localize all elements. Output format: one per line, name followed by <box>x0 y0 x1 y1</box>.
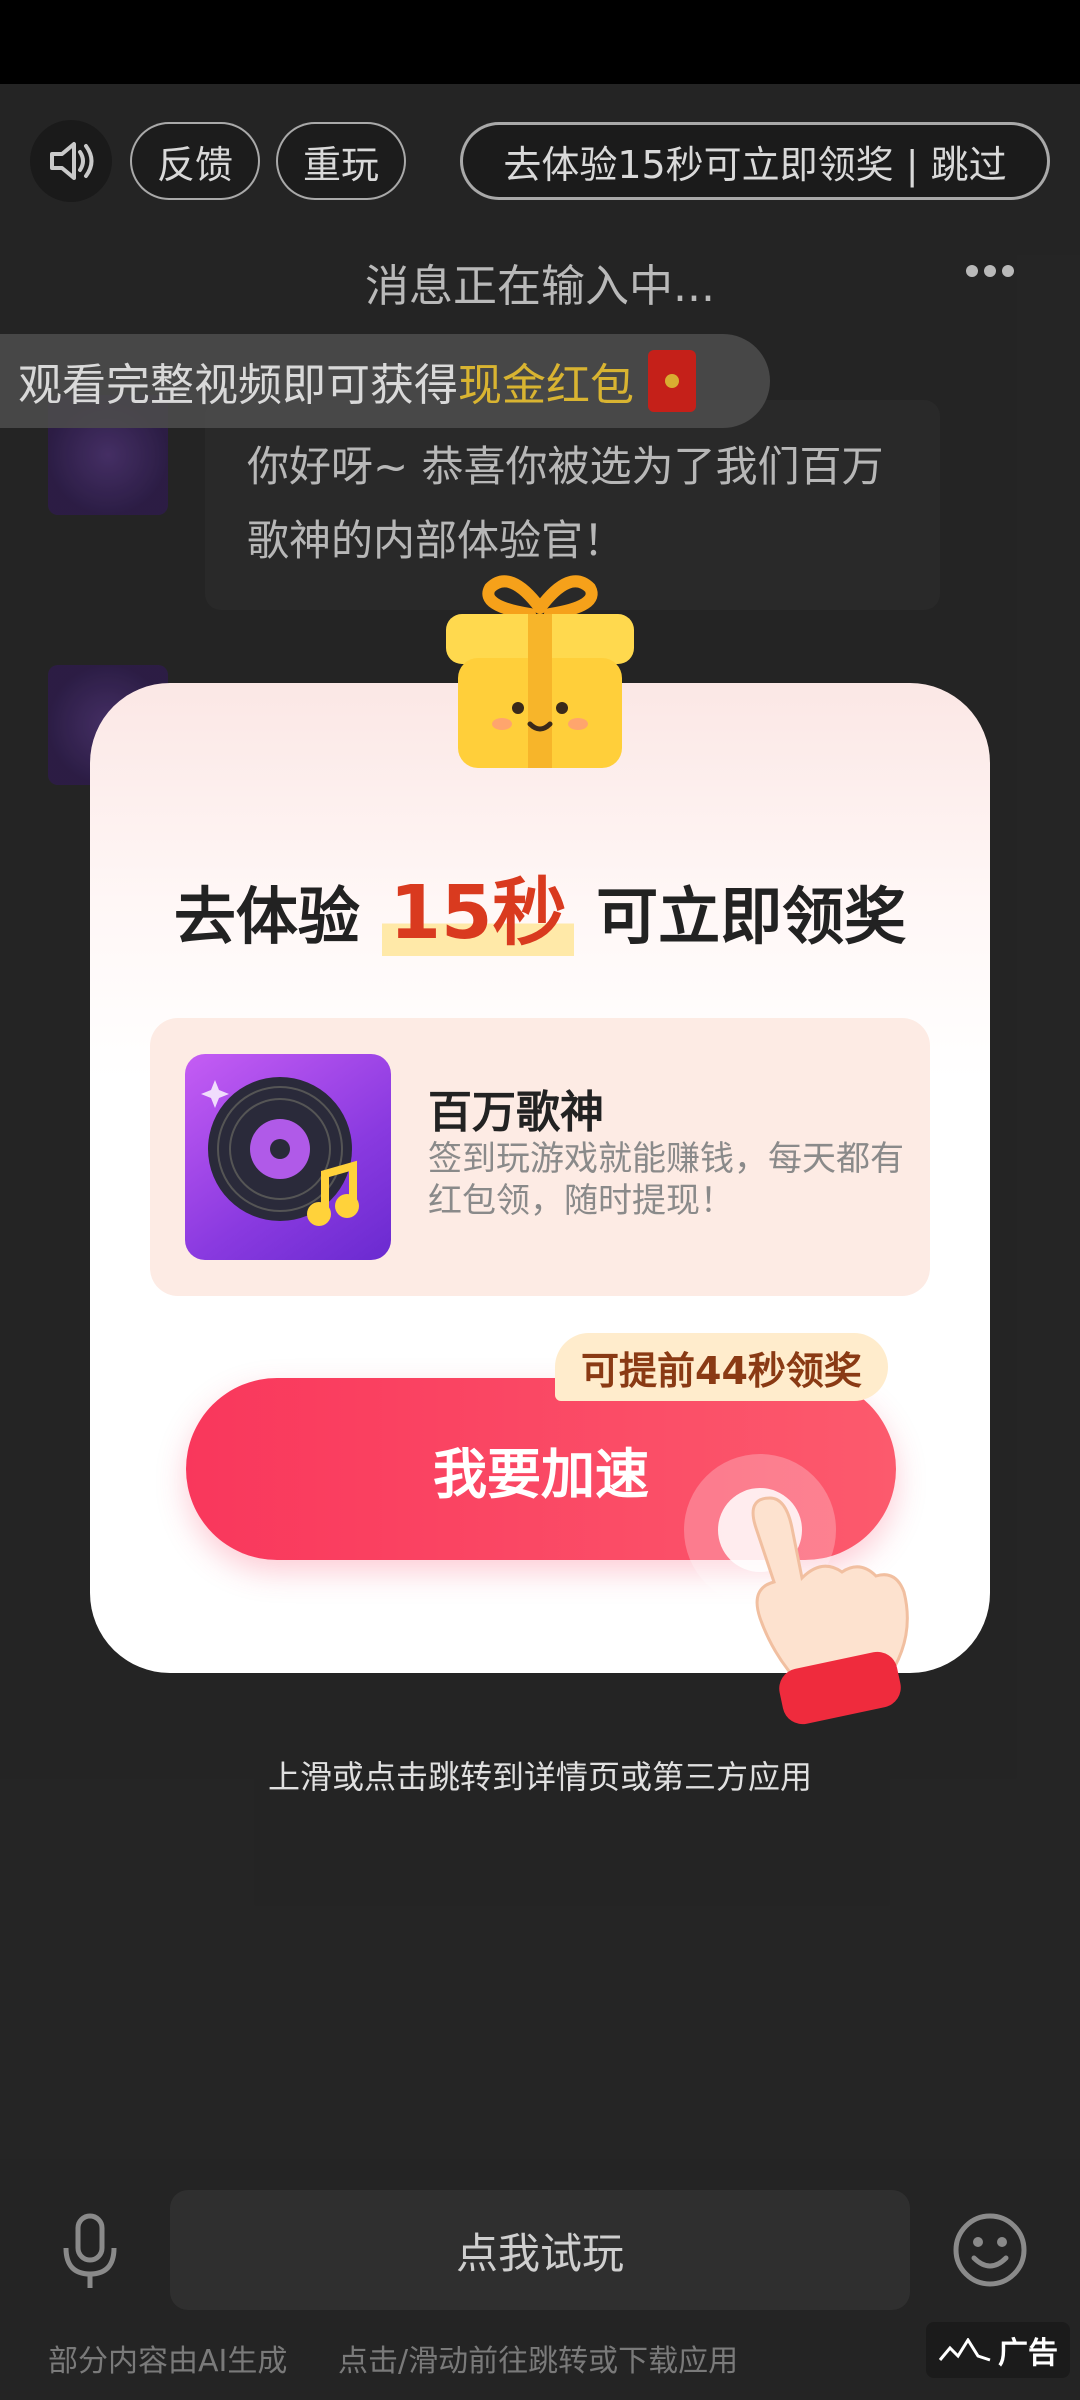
footer: 部分内容由AI生成 点击/滑动前往跳转或下载应用 <box>0 2330 1080 2380</box>
chat-title: 消息正在输入中... <box>365 261 715 312</box>
reward-toast: 观看完整视频即可获得现金红包 <box>0 334 770 428</box>
app-name: 百万歌神 <box>428 1087 604 1138</box>
title-number: 15秒 <box>381 870 575 956</box>
top-toolbar: 反馈 重玩 去体验15秒可立即领奖 | 跳过 <box>0 110 1080 210</box>
jump-note: 点击/滑动前往跳转或下载应用 <box>338 2344 739 2379</box>
feedback-button[interactable]: 反馈 <box>130 122 260 200</box>
toast-highlight: 现金红包 <box>458 360 634 411</box>
skip-button[interactable]: 去体验15秒可立即领奖 | 跳过 <box>460 122 1050 200</box>
sound-button[interactable] <box>30 120 112 202</box>
pointing-hand-icon <box>684 1454 909 1725</box>
status-bar <box>0 0 1080 84</box>
ai-note: 部分内容由AI生成 <box>48 2344 288 2379</box>
vinyl-record-icon <box>201 1077 359 1226</box>
microphone-icon[interactable] <box>58 2212 122 2292</box>
ad-label: 广告 <box>998 2336 1058 2371</box>
toast-text: 观看完整视频即可获得 <box>18 360 458 411</box>
title-suffix: 可立即领奖 <box>596 880 907 953</box>
replay-button[interactable]: 重玩 <box>276 122 406 200</box>
title-prefix: 去体验 <box>173 880 360 953</box>
app-card[interactable]: 百万歌神 签到玩游戏就能赚钱，每天都有红包领，随时提现！ <box>150 1018 930 1296</box>
bottom-bar: 点我试玩 <box>0 2190 1080 2310</box>
ad-logo-icon <box>938 2338 991 2362</box>
modal-title: 去体验 15秒 可立即领奖 <box>90 853 990 960</box>
ad-badge: 广告 <box>926 2322 1070 2378</box>
swipe-hint: 上滑或点击跳转到详情页或第三方应用 <box>267 1758 812 1796</box>
more-icon[interactable] <box>966 262 1020 281</box>
app-description: 签到玩游戏就能赚钱，每天都有红包领，随时提现！ <box>428 1139 904 1221</box>
app-icon <box>185 1054 391 1260</box>
red-packet-icon <box>648 350 696 412</box>
gift-box-icon <box>446 575 634 768</box>
emoji-icon[interactable] <box>950 2210 1030 2290</box>
try-play-button[interactable]: 点我试玩 <box>170 2190 910 2310</box>
early-reward-tag: 可提前44秒领奖 <box>555 1333 888 1401</box>
speaker-icon <box>50 142 94 180</box>
